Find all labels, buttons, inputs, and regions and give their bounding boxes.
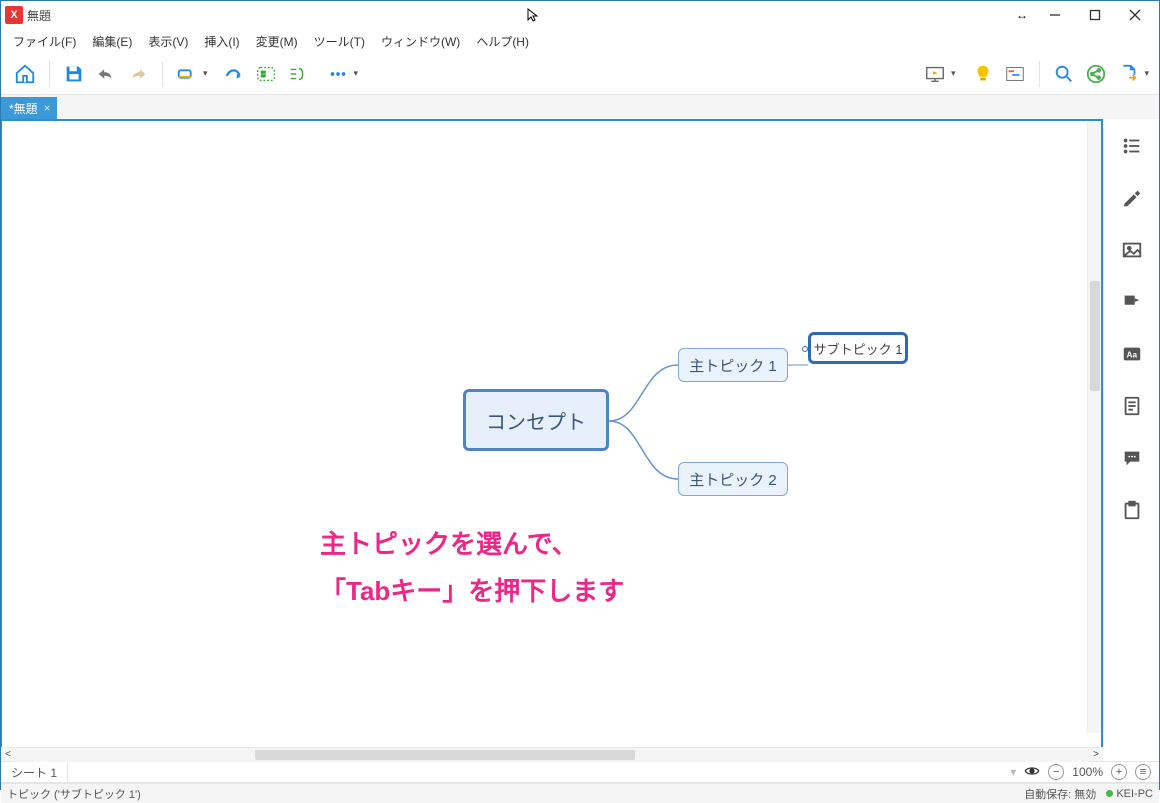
redo-button[interactable] — [124, 60, 152, 88]
vertical-scrollbar-thumb[interactable] — [1090, 281, 1100, 391]
separator — [162, 61, 163, 87]
sheet-tab-1-label: シート 1 — [11, 766, 57, 780]
menu-help[interactable]: ヘルプ(H) — [468, 31, 537, 52]
menu-edit[interactable]: 編集(E) — [84, 31, 140, 52]
status-machine: KEI-PC — [1106, 788, 1153, 800]
annotation-text: 主トピックを選んで、 「Tabキー」を押下します — [320, 521, 624, 615]
sheet-tab-1[interactable]: シート 1 — [1, 762, 68, 783]
side-panel: Aa — [1103, 119, 1159, 747]
root-topic-node[interactable]: コンセプト — [463, 389, 609, 451]
annotation-line-2: 「Tabキー」を押下します — [320, 568, 624, 615]
workspace: コンセプト 主トピック 1 主トピック 2 サブトピック 1 主トピックを選んで… — [1, 119, 1159, 747]
save-button[interactable] — [60, 60, 88, 88]
cursor-icon — [526, 7, 542, 23]
close-icon[interactable]: × — [44, 101, 51, 115]
chevron-down-icon[interactable]: ▾ — [951, 68, 956, 79]
sub-topic-1-label: サブトピック 1 — [814, 339, 903, 358]
boundary-button[interactable] — [252, 60, 280, 88]
menubar: ファイル(F) 編集(E) 表示(V) 挿入(I) 変更(M) ツール(T) ウ… — [1, 29, 1159, 53]
vertical-scrollbar[interactable] — [1087, 121, 1101, 733]
undo-button[interactable] — [92, 60, 120, 88]
menu-view[interactable]: 表示(V) — [140, 31, 196, 52]
style-panel-button[interactable] — [1121, 187, 1143, 209]
gantt-button[interactable] — [1001, 60, 1029, 88]
status-autosave: 自動保存: 無効 — [1024, 786, 1096, 802]
share-button[interactable] — [1082, 60, 1110, 88]
toolbar: ▾ ▾ ▾ ▾ — [1, 53, 1159, 95]
scrollbar-track[interactable] — [15, 748, 1089, 762]
image-panel-button[interactable] — [1121, 239, 1143, 261]
notes-panel-button[interactable] — [1121, 395, 1143, 417]
fit-button[interactable]: ≡ — [1135, 764, 1151, 780]
app-icon: X — [5, 6, 23, 24]
status-left: トピック ('サブトピック 1') — [7, 786, 141, 802]
titlebar: X 無題 ↔ — [1, 1, 1159, 29]
minimize-button[interactable] — [1035, 1, 1075, 29]
resize-horizontal-icon: ↔ — [1016, 8, 1025, 22]
menu-tool[interactable]: ツール(T) — [306, 31, 373, 52]
sub-topic-1-node[interactable]: サブトピック 1 — [808, 332, 908, 364]
marker-panel-button[interactable] — [1121, 291, 1143, 313]
horizontal-scrollbar[interactable]: < > — [1, 747, 1103, 761]
more-button[interactable] — [324, 60, 352, 88]
zoom-out-button[interactable]: − — [1048, 764, 1064, 780]
topic-button[interactable] — [173, 60, 201, 88]
eye-icon[interactable] — [1024, 765, 1040, 780]
scroll-left-icon[interactable]: < — [1, 749, 15, 760]
window-title: 無題 — [27, 7, 51, 24]
canvas[interactable]: コンセプト 主トピック 1 主トピック 2 サブトピック 1 主トピックを選んで… — [1, 119, 1103, 747]
main-topic-2-label: 主トピック 2 — [689, 469, 777, 490]
horizontal-scrollbar-thumb[interactable] — [255, 750, 635, 760]
font-panel-button[interactable]: Aa — [1121, 343, 1143, 365]
relationship-button[interactable] — [220, 60, 248, 88]
menu-file[interactable]: ファイル(F) — [5, 31, 84, 52]
task-panel-button[interactable] — [1121, 499, 1143, 521]
svg-text:Aa: Aa — [1126, 351, 1137, 360]
main-topic-1-label: 主トピック 1 — [689, 355, 777, 376]
status-dot-icon — [1106, 790, 1113, 797]
export-button[interactable] — [1114, 60, 1142, 88]
outline-panel-button[interactable] — [1121, 135, 1143, 157]
zoom-in-button[interactable]: + — [1111, 764, 1127, 780]
brainstorm-button[interactable] — [969, 60, 997, 88]
menu-window[interactable]: ウィンドウ(W) — [373, 31, 468, 52]
separator — [49, 61, 50, 87]
chevron-down-icon[interactable]: ▾ — [1144, 68, 1149, 79]
document-tab[interactable]: *無題 × — [1, 97, 57, 119]
zoom-value: 100% — [1072, 765, 1103, 779]
comments-panel-button[interactable] — [1121, 447, 1143, 469]
main-topic-1-node[interactable]: 主トピック 1 — [678, 348, 788, 382]
menu-modify[interactable]: 変更(M) — [248, 31, 306, 52]
close-button[interactable] — [1115, 1, 1155, 29]
menu-insert[interactable]: 挿入(I) — [196, 31, 247, 52]
scroll-right-icon[interactable]: > — [1089, 749, 1103, 760]
home-button[interactable] — [11, 60, 39, 88]
main-topic-2-node[interactable]: 主トピック 2 — [678, 462, 788, 496]
statusbar: トピック ('サブトピック 1') 自動保存: 無効 KEI-PC — [1, 783, 1159, 803]
annotation-line-1: 主トピックを選んで、 — [320, 521, 624, 568]
root-topic-label: コンセプト — [486, 406, 586, 435]
chevron-down-icon[interactable]: ▾ — [203, 68, 208, 79]
document-tab-strip: *無題 × — [1, 95, 1159, 119]
sheet-tab-bar: シート 1 ▾ − 100% + ≡ — [1, 761, 1159, 783]
maximize-button[interactable] — [1075, 1, 1115, 29]
document-tab-label: *無題 — [9, 100, 38, 117]
filter-icon[interactable]: ▾ — [1010, 765, 1016, 779]
summary-button[interactable] — [284, 60, 312, 88]
separator — [1039, 61, 1040, 87]
chevron-down-icon[interactable]: ▾ — [354, 68, 359, 79]
search-button[interactable] — [1050, 60, 1078, 88]
presentation-button[interactable] — [921, 60, 949, 88]
